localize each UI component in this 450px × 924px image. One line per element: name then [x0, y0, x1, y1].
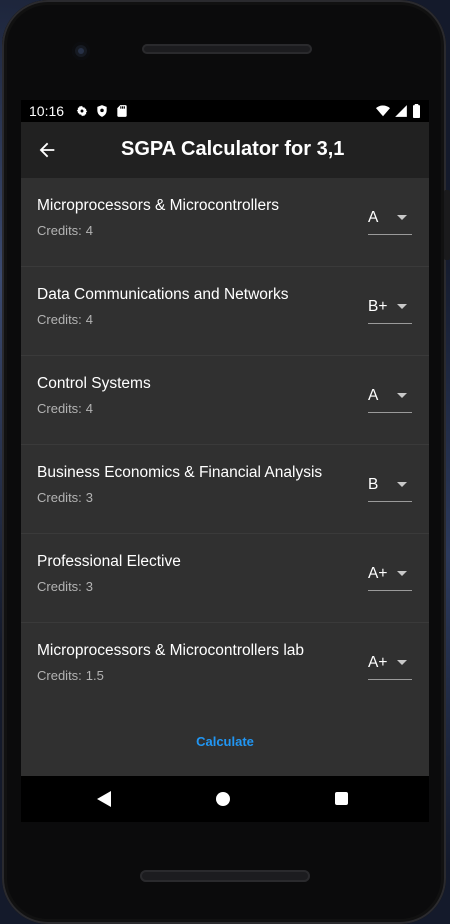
list-item: Microprocessors & Microcontrollers lab C… — [21, 623, 429, 712]
caret-down-icon — [397, 393, 407, 398]
subject-name: Professional Elective — [37, 553, 181, 570]
caret-down-icon — [397, 215, 407, 220]
earpiece-speaker — [142, 44, 312, 54]
signal-icon — [395, 105, 407, 117]
credits-value: 3 — [85, 579, 94, 594]
status-time: 10:16 — [29, 103, 65, 119]
bottom-speaker — [140, 870, 310, 882]
subject-name: Microprocessors & Microcontrollers — [37, 197, 280, 214]
system-nav-bar — [21, 776, 429, 822]
grade-value: A — [368, 387, 379, 404]
credits-value: 4 — [85, 223, 94, 238]
credits-value: 4 — [85, 312, 94, 327]
credits-value: 4 — [85, 401, 94, 416]
grade-dropdown[interactable]: B — [368, 467, 412, 502]
app-bar: SGPA Calculator for 3,1 — [21, 122, 429, 178]
caret-down-icon — [397, 482, 407, 487]
status-icons-left — [75, 104, 129, 118]
grade-value: B — [368, 476, 379, 493]
credits-label: Credits: — [37, 223, 82, 238]
wifi-icon — [376, 105, 390, 117]
credits-label: Credits: — [37, 312, 82, 327]
credits-label: Credits: — [37, 490, 82, 505]
caret-down-icon — [397, 571, 407, 576]
subject-name: Microprocessors & Microcontrollers lab — [37, 642, 305, 659]
status-icons-right — [376, 104, 421, 118]
arrow-left-icon — [39, 142, 55, 158]
credits-value: 1.5 — [85, 668, 104, 683]
subject-credits: Credits: 4 — [37, 223, 93, 238]
caret-down-icon — [397, 304, 407, 309]
grade-value: A+ — [368, 565, 388, 582]
subject-credits: Credits: 4 — [37, 401, 93, 416]
sd-card-icon — [117, 105, 127, 117]
nav-home-icon[interactable] — [216, 792, 230, 806]
credits-value: 3 — [85, 490, 94, 505]
nav-back-icon[interactable] — [97, 791, 111, 807]
grade-dropdown[interactable]: A — [368, 200, 412, 235]
subject-list: Microprocessors & Microcontrollers Credi… — [21, 178, 429, 712]
credits-label: Credits: — [37, 579, 82, 594]
subject-name: Data Communications and Networks — [37, 286, 289, 303]
grade-value: A+ — [368, 654, 388, 671]
credits-label: Credits: — [37, 401, 82, 416]
nav-recents-icon[interactable] — [335, 792, 348, 805]
back-button[interactable] — [33, 136, 61, 164]
grade-dropdown[interactable]: A+ — [368, 556, 412, 591]
front-camera — [72, 42, 90, 60]
subject-name: Control Systems — [37, 375, 151, 392]
list-item: Professional Elective Credits: 3 A+ — [21, 534, 429, 623]
shield-icon — [97, 105, 107, 117]
list-item: Control Systems Credits: 4 A — [21, 356, 429, 445]
grade-value: A — [368, 209, 379, 226]
status-bar: 10:16 — [21, 100, 429, 122]
grade-value: B+ — [368, 298, 388, 315]
subject-credits: Credits: 1.5 — [37, 668, 104, 683]
subject-credits: Credits: 3 — [37, 579, 93, 594]
device-screen: 10:16 SGPA Calculator for 3,1 Microproce… — [21, 100, 429, 822]
caret-down-icon — [397, 660, 407, 665]
grade-dropdown[interactable]: A — [368, 378, 412, 413]
page-title: SGPA Calculator for 3,1 — [121, 138, 345, 160]
grade-dropdown[interactable]: B+ — [368, 289, 412, 324]
battery-icon — [413, 104, 420, 118]
calculate-button[interactable]: Calculate — [171, 730, 279, 754]
footer: Calculate — [21, 708, 429, 776]
subject-credits: Credits: 4 — [37, 312, 93, 327]
list-item: Data Communications and Networks Credits… — [21, 267, 429, 356]
grade-dropdown[interactable]: A+ — [368, 645, 412, 680]
list-item: Business Economics & Financial Analysis … — [21, 445, 429, 534]
subject-credits: Credits: 3 — [37, 490, 93, 505]
power-button[interactable] — [444, 190, 450, 260]
credits-label: Credits: — [37, 668, 82, 683]
gear-icon — [76, 105, 88, 117]
subject-name: Business Economics & Financial Analysis — [37, 464, 323, 481]
list-item: Microprocessors & Microcontrollers Credi… — [21, 178, 429, 267]
